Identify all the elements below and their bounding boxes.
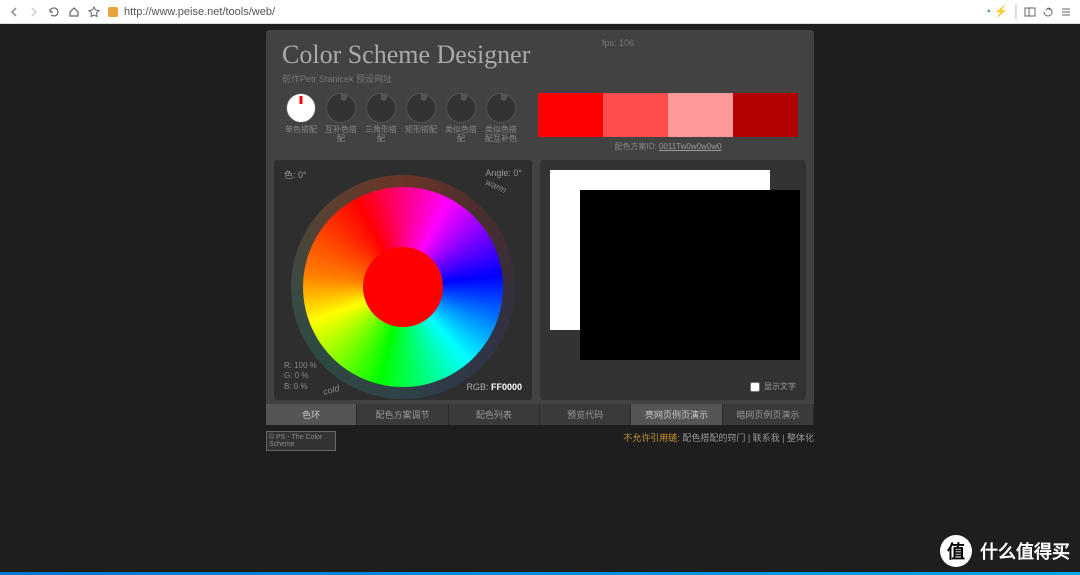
content-section: 色: 0° Angle: 0° warm cold R: 100 % G: 0 …: [266, 160, 814, 408]
top-section: 单色搭配 互补色搭配 三角形搭配 矩形搭配 类似色搭配 类似色搭配互补色 配色方…: [266, 89, 814, 160]
tab-light-demo[interactable]: 亮网页例页演示: [631, 404, 722, 425]
extension-icon[interactable]: ◔ ⚡: [984, 5, 1007, 18]
tabs-left: 色环 配色方案调节 配色列表: [266, 404, 540, 425]
tab-list[interactable]: 配色列表: [449, 404, 540, 425]
footer-badge[interactable]: © PS - The Color Scheme: [266, 431, 336, 451]
preview-panel: 显示文字: [540, 160, 806, 400]
tab-dark-demo[interactable]: 暗网页例页演示: [723, 404, 814, 425]
swatch-2[interactable]: [603, 93, 668, 137]
forward-icon[interactable]: [28, 6, 40, 18]
url-bar[interactable]: http://www.peise.net/tools/web/: [108, 6, 976, 18]
watermark: 值 什么值得买: [940, 535, 1070, 567]
fps-counter: fps: 106: [602, 38, 634, 48]
scheme-mono[interactable]: 单色搭配: [282, 93, 320, 152]
tabs-bar: 色环 配色方案调节 配色列表 预览代码 亮网页例页演示 暗网页例页演示: [266, 404, 814, 425]
scheme-triad[interactable]: 三角形搭配: [362, 93, 400, 152]
footer: © PS - The Color Scheme 不允许引用链: 配色搭配的窍门 …: [266, 431, 814, 451]
tab-wheel[interactable]: 色环: [266, 404, 357, 425]
show-text-toggle[interactable]: 显示文字: [750, 381, 796, 392]
scheme-analogic[interactable]: 类似色搭配: [442, 93, 480, 152]
tabs-right: 预览代码 亮网页例页演示 暗网页例页演示: [540, 404, 814, 425]
browser-right-controls: ◔ ⚡ |: [984, 3, 1072, 21]
hue-label: 色: 0°: [284, 168, 307, 181]
scheme-selector: 单色搭配 互补色搭配 三角形搭配 矩形搭配 类似色搭配 类似色搭配互补色: [282, 93, 520, 152]
watermark-text: 什么值得买: [980, 538, 1070, 564]
reload-icon[interactable]: [48, 6, 60, 18]
scheme-complement[interactable]: 互补色搭配: [322, 93, 360, 152]
tab-code[interactable]: 预览代码: [540, 404, 631, 425]
palette-id: 配色方案ID: 0011Tw0w0w0w0: [538, 141, 798, 152]
rgb-info: R: 100 % G: 0 % B: 0 %: [284, 361, 317, 392]
preview-dark: [580, 190, 800, 360]
wheel-panel: 色: 0° Angle: 0° warm cold R: 100 % G: 0 …: [274, 160, 532, 400]
app-subtitle: 前作Petr Stanicek 预设网址: [282, 72, 798, 85]
panel-icon[interactable]: [1024, 6, 1036, 18]
site-icon: [108, 7, 118, 17]
show-text-checkbox[interactable]: [750, 382, 760, 392]
palette-section: 配色方案ID: 0011Tw0w0w0w0: [538, 93, 798, 152]
tab-adjust[interactable]: 配色方案调节: [357, 404, 448, 425]
divider: |: [1014, 3, 1018, 21]
url-text: http://www.peise.net/tools/web/: [124, 6, 275, 18]
back-icon[interactable]: [8, 6, 20, 18]
scheme-accented[interactable]: 类似色搭配互补色: [482, 93, 520, 152]
home-icon[interactable]: [68, 6, 80, 18]
history-icon[interactable]: [1042, 6, 1054, 18]
scheme-tetrad[interactable]: 矩形搭配: [402, 93, 440, 152]
menu-icon[interactable]: [1060, 6, 1072, 18]
swatch-1[interactable]: [538, 93, 603, 137]
footer-link-text[interactable]: 配色搭配的窍门 | 联系我 | 整体化: [682, 433, 814, 443]
browser-toolbar: http://www.peise.net/tools/web/ ◔ ⚡ |: [0, 0, 1080, 24]
app-header: Color Scheme Designer 前作Petr Stanicek 预设…: [266, 30, 814, 89]
rgb-hex: RGB: FF0000: [466, 382, 522, 392]
color-wheel[interactable]: warm cold: [303, 187, 503, 387]
star-icon[interactable]: [88, 6, 100, 18]
app-container: Color Scheme Designer 前作Petr Stanicek 预设…: [266, 30, 814, 425]
swatch-4[interactable]: [733, 93, 798, 137]
palette-swatches: [538, 93, 798, 137]
palette-id-link[interactable]: 0011Tw0w0w0w0: [659, 142, 722, 151]
cold-label: cold: [322, 383, 341, 397]
app-title: Color Scheme Designer: [282, 40, 798, 70]
footer-links: 不允许引用链: 配色搭配的窍门 | 联系我 | 整体化: [623, 431, 814, 444]
swatch-3[interactable]: [668, 93, 733, 137]
watermark-icon: 值: [940, 535, 972, 567]
